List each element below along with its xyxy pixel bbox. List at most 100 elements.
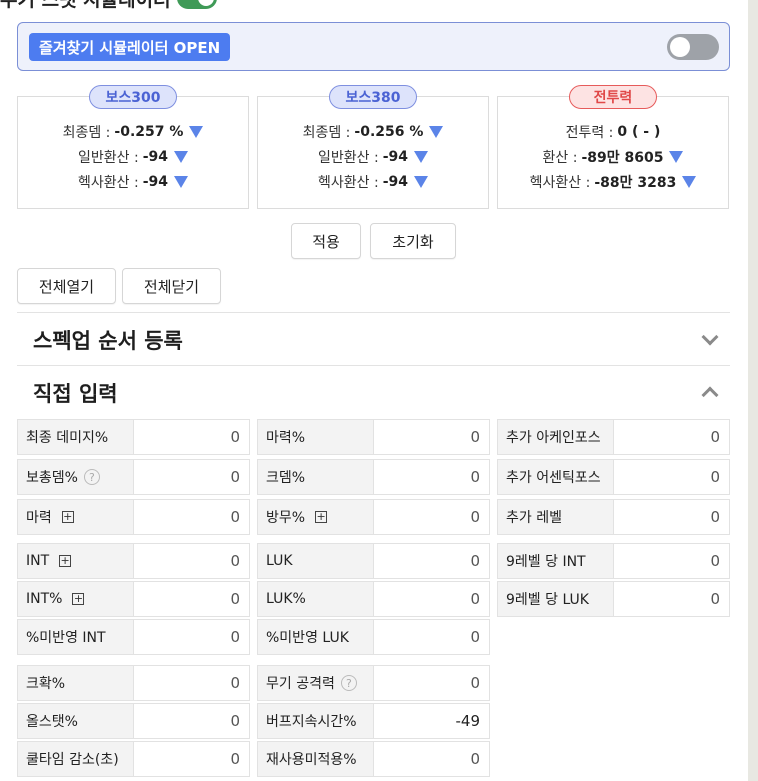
field-label: 추가 레벨: [498, 500, 614, 534]
no-reuse-field: 재사용미적용% 0: [257, 741, 490, 777]
chevron-up-icon[interactable]: [701, 386, 719, 404]
magic-field: 마력 + 0: [17, 499, 250, 535]
boss380-badge: 보스380: [329, 85, 417, 109]
magic-input[interactable]: 0: [134, 500, 249, 534]
weapon-atk-field: 무기 공격력? 0: [257, 665, 490, 701]
boss380-hexa-convert: 헥사환산 : -94: [258, 169, 488, 194]
row-value: -94: [382, 173, 408, 190]
ignore-def-field: 방무% + 0: [257, 499, 490, 535]
final-damage-input[interactable]: 0: [134, 420, 249, 454]
buff-duration-field: 버프지속시간% -49: [257, 703, 490, 739]
favorites-simulator-open-button[interactable]: 즐겨찾기 시뮬레이터 OPEN: [29, 33, 231, 61]
field-label: INT: [26, 553, 50, 569]
direct-input-section-title[interactable]: 직접 입력: [33, 378, 118, 408]
luk-pct-field: LUK% 0: [257, 581, 490, 617]
boss-damage-field: 보총뎀%? 0: [17, 459, 250, 495]
combat-power-badge: 전투력: [569, 85, 657, 109]
field-label: 쿨타임 감소(초): [18, 742, 134, 776]
favorites-simulator-bar: 즐겨찾기 시뮬레이터 OPEN: [17, 22, 730, 71]
extra-level-input[interactable]: 0: [614, 500, 729, 534]
field-label: 마력: [26, 510, 52, 526]
boss380-panel: 보스380 최종뎀 : -0.256 % 일반환산 : -94 헥사환산 : -94: [257, 85, 489, 209]
unapplied-int-input[interactable]: 0: [134, 620, 249, 654]
crit-rate-field: 크확% 0: [17, 665, 250, 701]
ignore-def-input[interactable]: 0: [374, 500, 489, 534]
row-value: -89만 8605: [581, 149, 664, 166]
combat-power-hexa-convert: 헥사환산 : -88만 3283: [498, 169, 728, 194]
buff-duration-input[interactable]: -49: [374, 704, 489, 738]
int-field: INT + 0: [17, 543, 250, 579]
magic-pct-input[interactable]: 0: [374, 420, 489, 454]
field-label: INT%: [26, 591, 63, 607]
luk-per-9-field: 9레벨 당 LUK 0: [497, 581, 730, 617]
field-label: 크뎀%: [258, 460, 374, 494]
plus-box-icon[interactable]: +: [315, 511, 328, 523]
plus-box-icon[interactable]: +: [72, 593, 85, 605]
luk-per-9-input[interactable]: 0: [614, 582, 729, 616]
cooldown-field: 쿨타임 감소(초) 0: [17, 741, 250, 777]
field-label: 9레벨 당 LUK: [498, 582, 614, 616]
boss380-normal-convert: 일반환산 : -94: [258, 144, 488, 169]
spec-order-section-title[interactable]: 스펙업 순서 등록: [33, 325, 183, 355]
extra-level-field: 추가 레벨 0: [497, 499, 730, 535]
weapon-atk-input[interactable]: 0: [374, 666, 489, 700]
all-stat-field: 올스탯% 0: [17, 703, 250, 739]
luk-pct-input[interactable]: 0: [374, 582, 489, 616]
int-per-9-input[interactable]: 0: [614, 544, 729, 578]
arcane-force-input[interactable]: 0: [614, 420, 729, 454]
boss-damage-input[interactable]: 0: [134, 460, 249, 494]
chevron-down-icon[interactable]: [701, 328, 719, 346]
field-label: %미반영 INT: [18, 620, 134, 654]
field-label: 추가 어센틱포스: [498, 460, 614, 494]
plus-box-icon[interactable]: +: [59, 555, 72, 567]
help-icon[interactable]: ?: [83, 469, 100, 485]
field-label: 마력%: [258, 420, 374, 454]
row-label: 최종뎀 :: [62, 124, 111, 141]
header-toggle[interactable]: [176, 0, 217, 9]
unapplied-luk-field: %미반영 LUK 0: [257, 619, 490, 655]
row-value: -94: [142, 173, 168, 190]
apply-button[interactable]: 적용: [291, 223, 361, 259]
int-input[interactable]: 0: [134, 544, 249, 578]
page-scrollbar[interactable]: [748, 0, 758, 781]
magic-pct-field: 마력% 0: [257, 419, 490, 455]
combat-power-value: 전투력 :0 ( - ): [498, 119, 728, 144]
row-value: -94: [142, 148, 168, 165]
row-value: -88만 3283: [594, 174, 677, 191]
crit-rate-input[interactable]: 0: [134, 666, 249, 700]
luk-input[interactable]: 0: [374, 544, 489, 578]
authentic-force-input[interactable]: 0: [614, 460, 729, 494]
row-label: 헥사환산 :: [318, 174, 379, 191]
field-label-wrap: 마력 +: [18, 500, 134, 534]
crit-damage-input[interactable]: 0: [374, 460, 489, 494]
help-icon[interactable]: ?: [340, 675, 357, 691]
page-title: 무기 스탯 시뮬레이터: [0, 0, 171, 12]
plus-box-icon[interactable]: +: [61, 511, 74, 523]
int-pct-input[interactable]: 0: [134, 582, 249, 616]
collapse-all-button[interactable]: 전체닫기: [122, 268, 221, 304]
triangle-down-icon: [189, 125, 204, 138]
row-label: 헥사환산 :: [529, 174, 591, 191]
field-label-wrap: INT% +: [18, 582, 134, 616]
simulator-page: 무기 스탯 시뮬레이터 즐겨찾기 시뮬레이터 OPEN 보스300 최종뎀 : -…: [0, 0, 746, 781]
field-label: 크확%: [18, 666, 134, 700]
favorites-simulator-toggle[interactable]: [667, 34, 719, 60]
field-label: 올스탯%: [18, 704, 134, 738]
all-stat-input[interactable]: 0: [134, 704, 249, 738]
unapplied-luk-input[interactable]: 0: [374, 620, 489, 654]
field-label: 방무%: [266, 510, 306, 526]
triangle-down-icon: [669, 150, 684, 163]
no-reuse-input[interactable]: 0: [374, 742, 489, 776]
expand-all-button[interactable]: 전체열기: [17, 268, 116, 304]
field-label-wrap: 보총뎀%?: [18, 460, 134, 494]
page-header: 무기 스탯 시뮬레이터: [0, 0, 217, 12]
combat-power-panel: 전투력 전투력 :0 ( - ) 환산 : -89만 8605 헥사환산 : -88…: [497, 85, 729, 209]
row-label: 일반환산 :: [318, 149, 379, 166]
combat-power-convert: 환산 : -89만 8605: [498, 144, 728, 169]
boss300-badge: 보스300: [89, 85, 177, 109]
luk-field: LUK 0: [257, 543, 490, 579]
cooldown-input[interactable]: 0: [134, 742, 249, 776]
reset-button[interactable]: 초기화: [370, 223, 456, 259]
boss300-normal-convert: 일반환산 : -94: [18, 144, 248, 169]
row-label: 전투력 :: [565, 124, 614, 141]
